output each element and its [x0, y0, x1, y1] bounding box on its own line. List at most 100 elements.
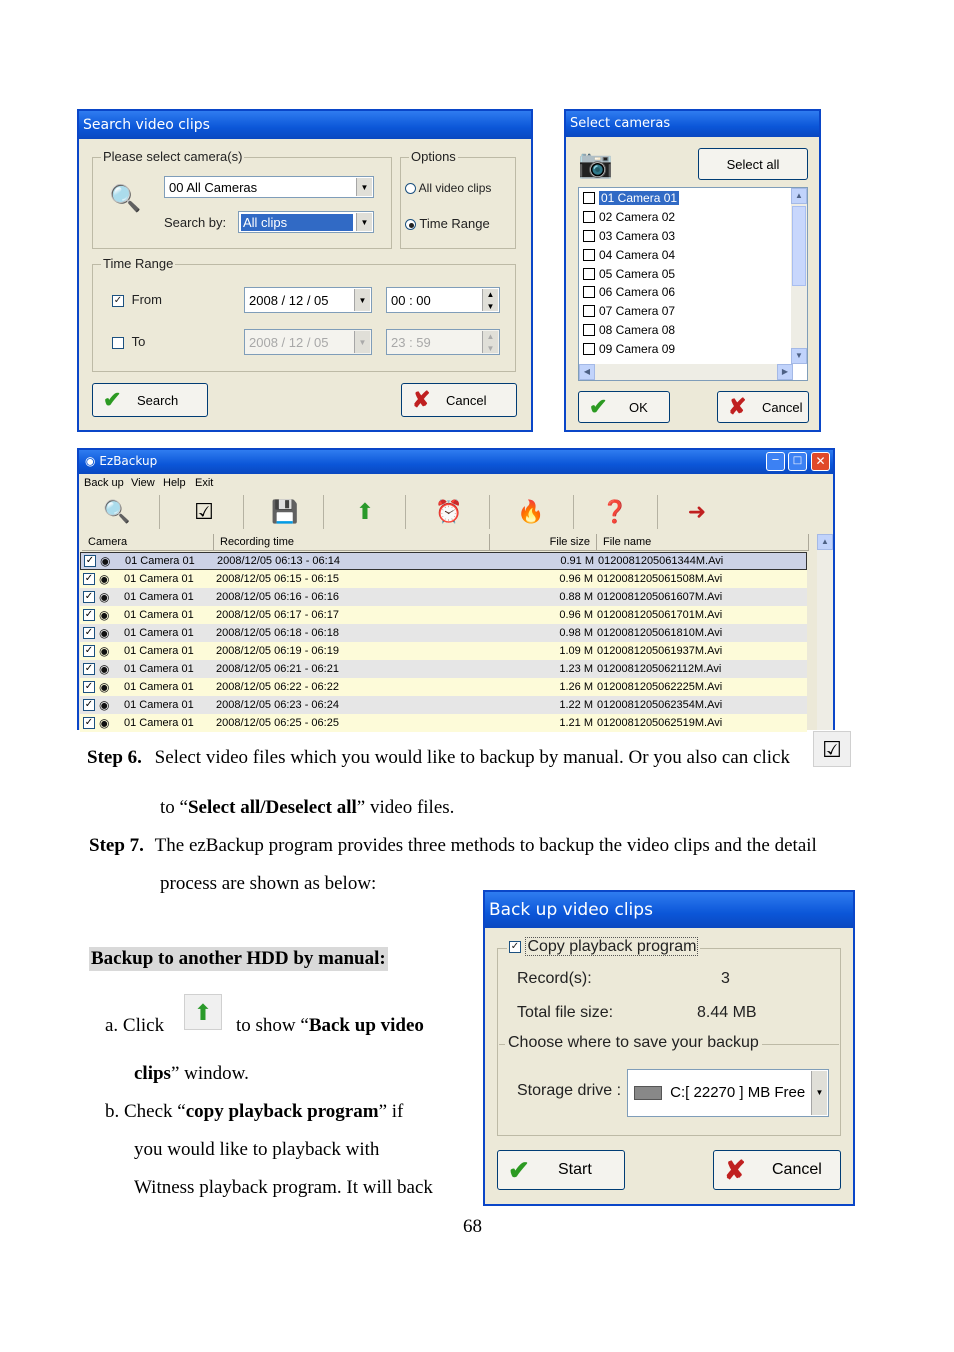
cancel-button[interactable]: ✘ Cancel — [713, 1150, 841, 1190]
cancel-button[interactable]: ✘ Cancel — [401, 383, 517, 417]
row-checkbox[interactable]: ✓ — [83, 609, 95, 621]
menu-backup[interactable]: Back up — [84, 477, 124, 489]
table-row[interactable]: ✓ ◉ 01 Camera 01 2008/12/05 06:18 - 06:18 0.… — [80, 624, 807, 642]
radio-time-range[interactable] — [405, 219, 416, 231]
camera-list-item[interactable]: 03 Camera 03 — [579, 227, 789, 246]
column-header-file-name[interactable]: File name — [597, 534, 809, 551]
storage-drive-select[interactable]: C:[ 22270 ] MB Free ▼ — [627, 1069, 829, 1117]
to-check[interactable] — [112, 336, 124, 349]
table-row[interactable]: ✓ ◉ 01 Camera 01 2008/12/05 06:22 - 06:22 1.… — [80, 678, 807, 696]
row-checkbox[interactable]: ✓ — [83, 717, 95, 729]
camera-list-item[interactable]: 04 Camera 04 — [579, 245, 789, 264]
to-checkbox[interactable]: To — [112, 334, 145, 349]
from-time-spinner[interactable]: 00 : 00 ▲ ▼ — [386, 287, 500, 313]
ok-button[interactable]: ✔ OK — [578, 391, 670, 423]
camera-list-item[interactable]: 05 Camera 05 — [579, 264, 789, 283]
maximize-icon[interactable]: □ — [788, 452, 807, 471]
row-checkbox[interactable]: ✓ — [83, 699, 95, 711]
camera-checkbox[interactable] — [583, 248, 595, 261]
help-tool-icon[interactable]: ❓ — [595, 496, 635, 528]
option-time-range[interactable]: Time Range — [405, 216, 490, 231]
option-all-clips[interactable]: All video clips — [405, 181, 491, 195]
column-header-camera[interactable]: Camera — [82, 534, 214, 551]
scroll-thumb[interactable] — [792, 206, 806, 286]
camera-checkbox[interactable] — [583, 211, 595, 224]
menu-help[interactable]: Help — [163, 477, 186, 489]
search-button[interactable]: ✔ Search — [92, 383, 208, 417]
row-checkbox[interactable]: ✓ — [83, 663, 95, 675]
scroll-left-icon[interactable]: ◀ — [579, 364, 595, 380]
chevron-down-icon[interactable]: ▼ — [354, 331, 370, 353]
camera-select[interactable]: 00 All Cameras ▼ — [164, 176, 374, 198]
table-row[interactable]: ✓ ◉ 01 Camera 01 2008/12/05 06:16 - 06:16 0.… — [80, 588, 807, 606]
burn-cd-tool-icon[interactable]: 🔥 — [511, 496, 551, 528]
menu-exit[interactable]: Exit — [195, 477, 213, 489]
row-checkbox[interactable]: ✓ — [83, 627, 95, 639]
table-row[interactable]: ✓ ◉ 01 Camera 01 2008/12/05 06:25 - 06:25 1.… — [80, 714, 807, 732]
chevron-down-icon[interactable]: ▼ — [811, 1071, 827, 1115]
schedule-backup-tool-icon[interactable]: ⏰ — [429, 496, 469, 528]
backup-hdd-tool-icon[interactable]: ⬆ — [345, 496, 385, 528]
vertical-scrollbar[interactable]: ▲ ▼ — [791, 188, 807, 364]
from-check[interactable]: ✓ — [112, 294, 124, 307]
scroll-up-icon[interactable]: ▲ — [791, 188, 807, 204]
table-row[interactable]: ✓ ◉ 01 Camera 01 2008/12/05 06:21 - 06:21 1.… — [80, 660, 807, 678]
camera-checkbox[interactable] — [583, 286, 595, 299]
cell-recording-time: 2008/12/05 06:25 - 06:25 — [216, 717, 339, 729]
camera-list-item[interactable]: 09 Camera 09 — [579, 339, 789, 358]
chevron-down-icon[interactable]: ▼ — [354, 289, 370, 311]
copy-playback-checkbox[interactable]: ✓ Copy playback program — [507, 937, 701, 956]
row-checkbox[interactable]: ✓ — [83, 681, 95, 693]
table-row[interactable]: ✓ ◉ 01 Camera 01 2008/12/05 06:23 - 06:24 1.… — [80, 696, 807, 714]
camera-list-item[interactable]: 02 Camera 02 — [579, 208, 789, 227]
camera-checkbox[interactable] — [583, 267, 595, 280]
camera-list[interactable]: 01 Camera 01 02 Camera 02 03 Camera 03 04 C… — [578, 187, 808, 381]
camera-list-item[interactable]: 06 Camera 06 — [579, 283, 789, 302]
scroll-up-icon[interactable]: ▲ — [817, 534, 833, 550]
camera-checkbox[interactable] — [583, 342, 595, 355]
table-row[interactable]: ✓ ◉ 01 Camera 01 2008/12/05 06:13 - 06:14 0.… — [80, 552, 807, 570]
camera-list-item[interactable]: 07 Camera 07 — [579, 302, 789, 321]
camera-checkbox[interactable] — [583, 229, 595, 242]
list-scrollbar[interactable]: ▲ — [817, 534, 833, 730]
chevron-down-icon[interactable]: ▼ — [356, 178, 372, 196]
table-row[interactable]: ✓ ◉ 01 Camera 01 2008/12/05 06:15 - 06:15 0.… — [80, 570, 807, 588]
menu-view[interactable]: View — [131, 477, 155, 489]
export-tool-icon[interactable]: 💾 — [265, 496, 305, 528]
row-checkbox[interactable]: ✓ — [83, 591, 95, 603]
start-button[interactable]: ✔ Start — [497, 1150, 625, 1190]
close-icon[interactable]: ✕ — [811, 452, 830, 471]
cancel-button[interactable]: ✘ Cancel — [717, 391, 809, 423]
exit-tool-icon[interactable]: ➜ — [677, 496, 717, 528]
camera-list-item[interactable]: 08 Camera 08 — [579, 321, 789, 340]
from-date-picker[interactable]: 2008 / 12 / 05 ▼ — [244, 287, 372, 313]
scroll-right-icon[interactable]: ▶ — [777, 364, 793, 380]
to-date-picker[interactable]: 2008 / 12 / 05 ▼ — [244, 329, 372, 355]
table-row[interactable]: ✓ ◉ 01 Camera 01 2008/12/05 06:19 - 06:19 1.… — [80, 642, 807, 660]
search-tool-icon[interactable]: 🔍 — [97, 496, 137, 528]
to-time-spinner[interactable]: 23 : 59 ▲ ▼ — [386, 329, 500, 355]
scroll-down-icon[interactable]: ▼ — [791, 348, 807, 364]
table-row[interactable]: ✓ ◉ 01 Camera 01 2008/12/05 06:17 - 06:17 0.… — [80, 606, 807, 624]
row-checkbox[interactable]: ✓ — [84, 555, 96, 567]
chevron-down-icon[interactable]: ▼ — [356, 213, 372, 231]
camera-list-item[interactable]: 01 Camera 01 — [579, 189, 789, 208]
select-all-tool-icon[interactable]: ☑ — [184, 496, 224, 528]
select-all-button[interactable]: Select all — [698, 148, 808, 180]
camera-checkbox[interactable] — [583, 323, 595, 336]
column-header-recording-time[interactable]: Recording time — [214, 534, 490, 551]
search-by-select[interactable]: All clips ▼ — [238, 211, 374, 233]
camera-label: 08 Camera 08 — [599, 322, 676, 337]
camera-checkbox[interactable] — [583, 192, 595, 205]
horizontal-scrollbar[interactable]: ◀ ▶ — [579, 364, 793, 380]
minimize-icon[interactable]: ─ — [766, 452, 785, 471]
spinner-icon[interactable]: ▲ ▼ — [482, 289, 498, 311]
from-checkbox[interactable]: ✓ From — [112, 292, 162, 307]
row-checkbox[interactable]: ✓ — [83, 573, 95, 585]
copy-playback-check[interactable]: ✓ — [509, 940, 521, 953]
column-header-file-size[interactable]: File size — [490, 534, 597, 551]
radio-all-clips[interactable] — [405, 183, 416, 195]
camera-checkbox[interactable] — [583, 305, 595, 318]
spinner-icon[interactable]: ▲ ▼ — [482, 331, 498, 353]
row-checkbox[interactable]: ✓ — [83, 645, 95, 657]
